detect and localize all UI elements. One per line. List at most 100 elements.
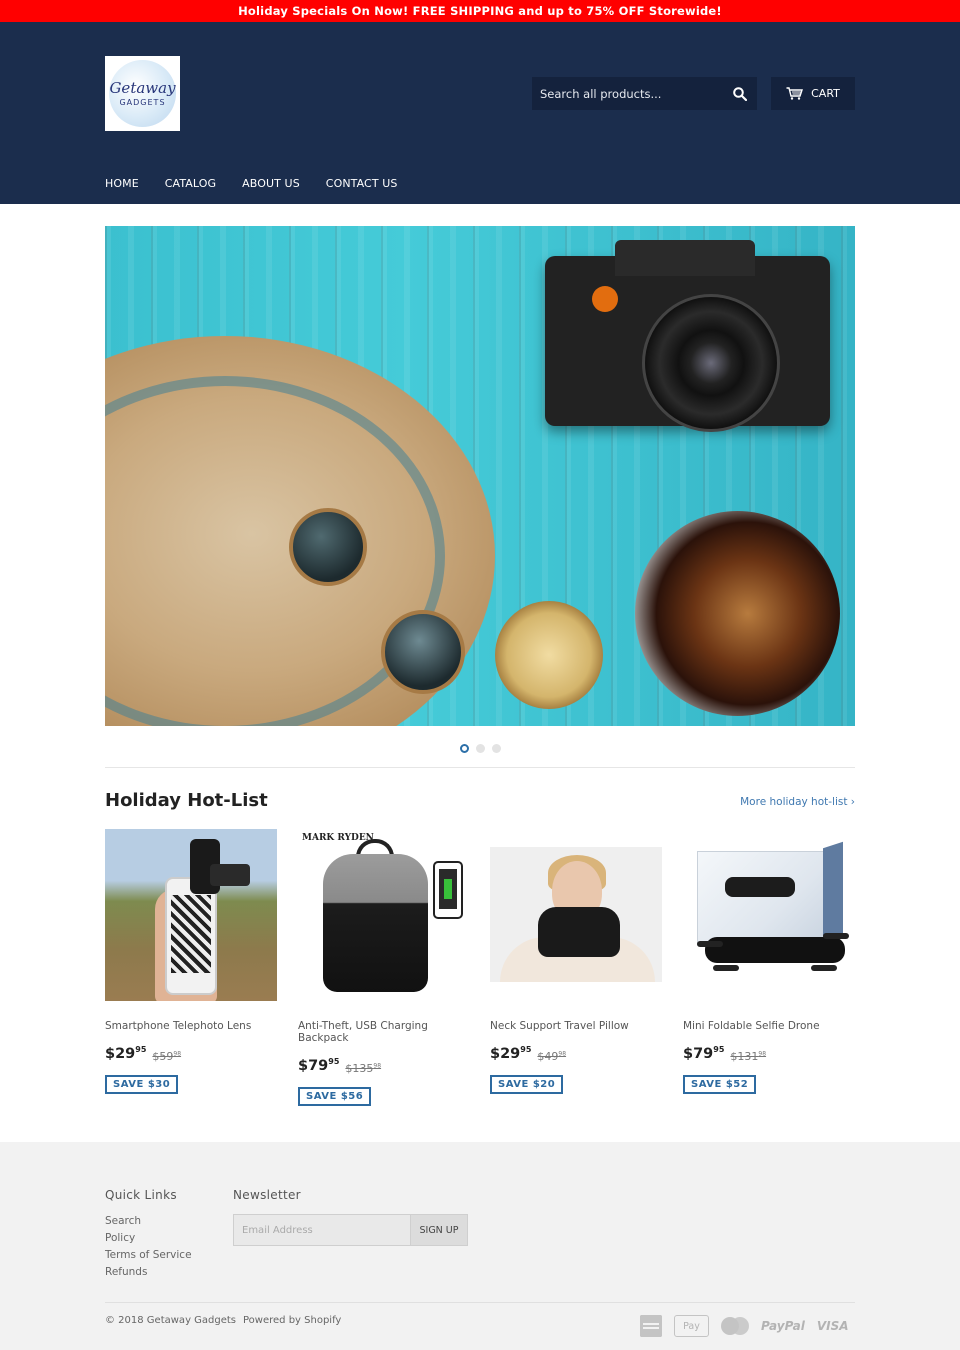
product-title[interactable]: Smartphone Telephoto Lens bbox=[105, 1020, 277, 1032]
product-price: $2995 $5998 bbox=[105, 1045, 277, 1063]
old-price: $135 bbox=[345, 1062, 374, 1075]
zebra-screen bbox=[171, 895, 211, 973]
amex-icon-svg bbox=[640, 1315, 662, 1337]
old-cents: 98 bbox=[373, 1062, 382, 1070]
apple-pay-icon: Pay bbox=[674, 1315, 709, 1337]
rotor bbox=[823, 933, 849, 939]
drone-on-box bbox=[725, 877, 795, 897]
sunglasses-right-lens bbox=[381, 610, 465, 694]
payment-icons: Pay PayPal VISA bbox=[640, 1315, 849, 1337]
slide-dot-1[interactable] bbox=[460, 744, 469, 753]
price-cents: 95 bbox=[713, 1045, 725, 1054]
more-hotlist-link[interactable]: More holiday hot-list › bbox=[740, 796, 855, 808]
drone-box-side bbox=[823, 841, 843, 944]
save-badge: SAVE $20 bbox=[490, 1075, 564, 1094]
nav-contact-us[interactable]: CONTACT US bbox=[326, 177, 398, 190]
old-price: $131 bbox=[730, 1050, 759, 1063]
price-current: $7995 bbox=[298, 1057, 339, 1074]
price-cents: 95 bbox=[520, 1045, 532, 1054]
footer-link-policy[interactable]: Policy bbox=[105, 1232, 192, 1245]
mastercard-icon bbox=[721, 1317, 749, 1335]
product-price: $7995 $13198 bbox=[683, 1045, 855, 1063]
email-field[interactable] bbox=[233, 1214, 411, 1246]
slideshow-dots bbox=[460, 744, 501, 753]
product-price: $7995 $13598 bbox=[298, 1057, 470, 1075]
slide-dot-3[interactable] bbox=[492, 744, 501, 753]
site-header: Getaway GADGETS CART HOME CATALOG ABOUT … bbox=[0, 22, 960, 204]
drone-front bbox=[705, 937, 845, 963]
product-price: $2995 $4998 bbox=[490, 1045, 662, 1063]
footer-divider bbox=[105, 1302, 855, 1303]
neck-pillow-shape bbox=[538, 907, 620, 957]
mc-circle-right bbox=[731, 1317, 749, 1335]
camera-brand-dot bbox=[592, 286, 618, 312]
search-bar bbox=[532, 77, 757, 110]
product-title[interactable]: Mini Foldable Selfie Drone bbox=[683, 1020, 855, 1032]
old-price: $59 bbox=[152, 1050, 174, 1063]
product-card[interactable]: MARK RYDEN Anti-Theft, USB Charging Back… bbox=[298, 829, 470, 1106]
newsletter-title: Newsletter bbox=[233, 1188, 301, 1202]
sign-up-button[interactable]: SIGN UP bbox=[411, 1214, 468, 1246]
product-image[interactable] bbox=[490, 829, 662, 1001]
logo-sub-text: GADGETS bbox=[119, 98, 166, 107]
nav-about-us[interactable]: ABOUT US bbox=[242, 177, 300, 190]
copyright-text: © 2018 Getaway Gadgets bbox=[105, 1315, 237, 1326]
price-dollars: $29 bbox=[490, 1046, 521, 1062]
announcement-bar: Holiday Specials On Now! FREE SHIPPING a… bbox=[0, 0, 960, 22]
sunglasses-left-lens bbox=[289, 508, 367, 586]
footer-link-refunds[interactable]: Refunds bbox=[105, 1266, 192, 1279]
compass-image bbox=[495, 601, 603, 709]
price-current: $2995 bbox=[105, 1045, 147, 1062]
battery-icon bbox=[444, 879, 452, 899]
search-icon bbox=[733, 86, 747, 101]
camera-top-plate bbox=[615, 240, 755, 276]
apple-pay-label: Pay bbox=[683, 1320, 700, 1332]
quick-links-list: Search Policy Terms of Service Refunds bbox=[105, 1215, 192, 1279]
product-image[interactable] bbox=[105, 829, 277, 1001]
drone-box bbox=[697, 851, 837, 946]
cart-icon bbox=[786, 87, 804, 100]
price-dollars: $79 bbox=[298, 1058, 329, 1074]
footer-link-terms[interactable]: Terms of Service bbox=[105, 1249, 192, 1262]
price-compare: $13598 bbox=[345, 1062, 381, 1075]
old-cents: 98 bbox=[758, 1050, 767, 1058]
product-title[interactable]: Anti-Theft, USB Charging Backpack bbox=[298, 1020, 470, 1044]
store-logo[interactable]: Getaway GADGETS bbox=[105, 56, 180, 131]
old-cents: 98 bbox=[173, 1050, 182, 1058]
slide-dot-2[interactable] bbox=[476, 744, 485, 753]
product-card[interactable]: Mini Foldable Selfie Drone $7995 $13198 … bbox=[683, 829, 855, 1094]
footer-link-search[interactable]: Search bbox=[105, 1215, 192, 1228]
camera-lens-image bbox=[642, 294, 780, 432]
product-image[interactable]: MARK RYDEN bbox=[298, 829, 470, 1001]
old-price: $49 bbox=[537, 1050, 559, 1063]
nav-home[interactable]: HOME bbox=[105, 177, 139, 190]
amex-icon bbox=[640, 1315, 662, 1337]
price-dollars: $79 bbox=[683, 1046, 714, 1062]
price-dollars: $29 bbox=[105, 1046, 136, 1062]
product-image[interactable] bbox=[683, 829, 855, 1001]
price-cents: 95 bbox=[135, 1045, 147, 1054]
paypal-icon: PayPal bbox=[761, 1319, 805, 1333]
search-input[interactable] bbox=[532, 77, 723, 110]
price-current: $2995 bbox=[490, 1045, 532, 1062]
cart-button[interactable]: CART bbox=[771, 77, 855, 110]
visa-icon: VISA bbox=[816, 1319, 849, 1333]
product-card[interactable]: Neck Support Travel Pillow $2995 $4998 S… bbox=[490, 829, 662, 1094]
nav-catalog[interactable]: CATALOG bbox=[165, 177, 216, 190]
save-badge: SAVE $30 bbox=[105, 1075, 179, 1094]
product-card[interactable]: Smartphone Telephoto Lens $2995 $5998 SA… bbox=[105, 829, 277, 1094]
drink-glass-image bbox=[635, 511, 840, 716]
cart-label: CART bbox=[811, 87, 840, 100]
price-current: $7995 bbox=[683, 1045, 725, 1062]
hero-slideshow[interactable] bbox=[105, 226, 855, 726]
price-compare: $13198 bbox=[730, 1050, 766, 1063]
product-title[interactable]: Neck Support Travel Pillow bbox=[490, 1020, 662, 1032]
save-badge: SAVE $52 bbox=[683, 1075, 757, 1094]
search-submit-button[interactable] bbox=[723, 77, 757, 110]
logo-globe: Getaway GADGETS bbox=[109, 60, 176, 127]
rotor bbox=[811, 965, 837, 971]
price-compare: $4998 bbox=[537, 1050, 566, 1063]
price-compare: $5998 bbox=[152, 1050, 181, 1063]
main-nav: HOME CATALOG ABOUT US CONTACT US bbox=[105, 177, 424, 190]
powered-by-link[interactable]: Powered by Shopify bbox=[243, 1315, 341, 1326]
